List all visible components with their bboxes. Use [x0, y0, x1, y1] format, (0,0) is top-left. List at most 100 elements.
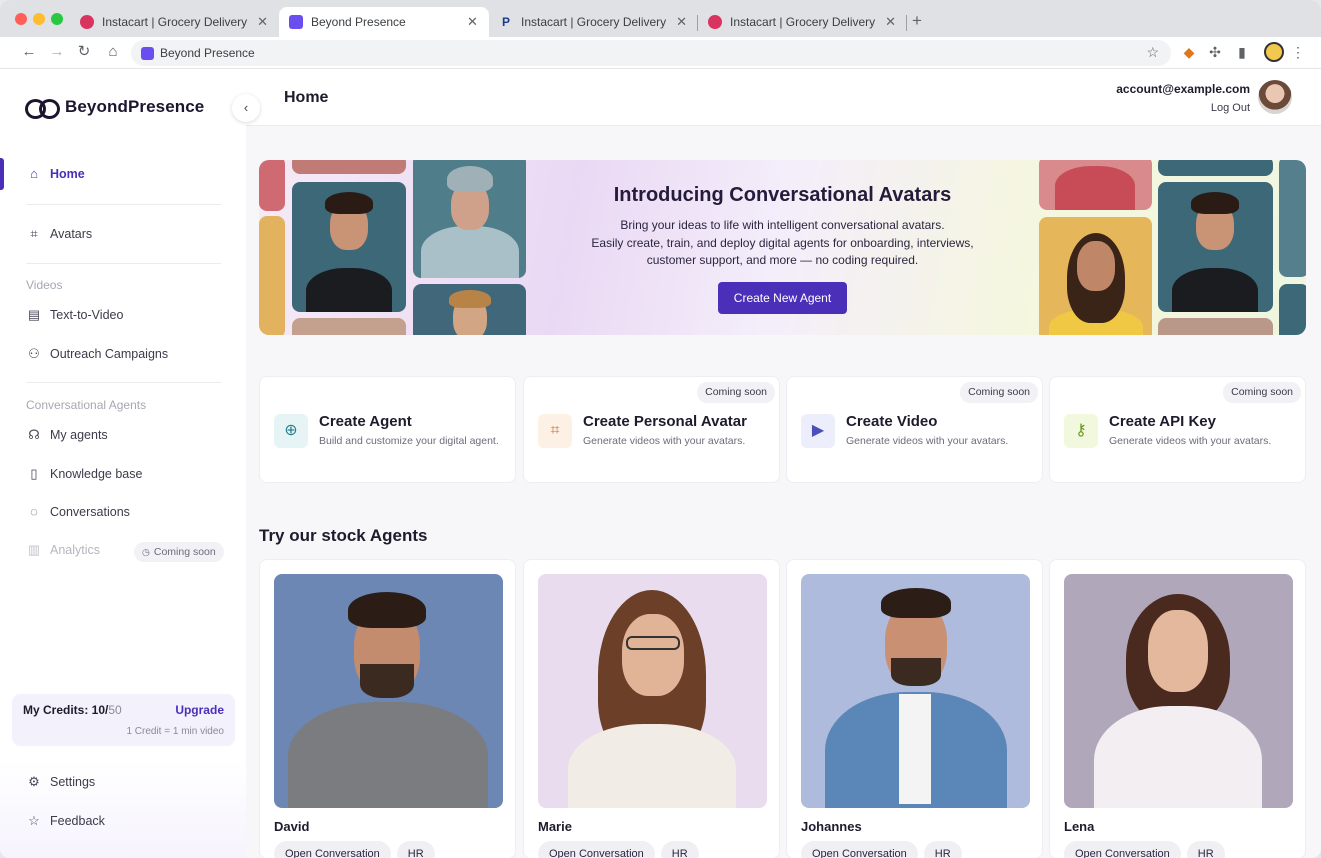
sidebar-item-label: Home	[50, 167, 85, 181]
hero-photo	[1158, 318, 1273, 335]
coming-soon-badge: Coming soon	[960, 382, 1038, 403]
upgrade-link[interactable]: Upgrade	[175, 703, 224, 717]
minimize-window-button[interactable]	[33, 13, 45, 25]
browser-tab-2[interactable]: Beyond Presence ✕	[279, 7, 489, 37]
home-icon[interactable]: ⌂	[103, 42, 123, 62]
sidebar-item-label: Avatars	[50, 227, 93, 241]
coming-soon-badge: ◷ Coming soon	[134, 542, 224, 562]
tab-separator	[906, 15, 907, 31]
user-avatar[interactable]	[1258, 80, 1292, 114]
logo[interactable]: BeyondPresence	[25, 97, 204, 119]
credits-note: 1 Credit = 1 min video	[126, 726, 224, 737]
browser-tab-4[interactable]: Instacart | Grocery Delivery or ✕	[698, 7, 906, 37]
agent-name: Marie	[538, 819, 572, 834]
divider	[26, 382, 221, 383]
main-content: Home account@example.com Log Out Introdu…	[246, 70, 1321, 858]
new-tab-icon[interactable]: +	[912, 11, 922, 31]
agent-card-marie[interactable]: Marie Open Conversation HR	[523, 559, 780, 858]
create-new-agent-button[interactable]: Create New Agent	[718, 282, 847, 314]
file-video-icon: ▤	[27, 307, 41, 322]
close-tab-icon[interactable]: ✕	[257, 14, 268, 30]
hero-photo	[1158, 160, 1273, 176]
card-create-api-key[interactable]: Coming soon ⚷ Create API Key Generate vi…	[1049, 376, 1306, 483]
agent-name: David	[274, 819, 310, 834]
agent-photo	[1064, 574, 1293, 808]
agent-actions: Open Conversation HR	[274, 841, 441, 858]
close-tab-icon[interactable]: ✕	[676, 14, 687, 30]
sidebar-item-label: Knowledge base	[50, 467, 143, 481]
header: Home account@example.com Log Out	[246, 70, 1321, 126]
sidebar-item-text-to-video[interactable]: ▤ Text-to-Video	[26, 307, 124, 323]
open-conversation-button[interactable]: Open Conversation	[274, 841, 391, 858]
card-title: Create Personal Avatar	[583, 413, 747, 430]
card-desc: Generate videos with your avatars.	[1109, 435, 1272, 447]
beyond-presence-icon	[141, 46, 154, 60]
hero-photo	[259, 216, 285, 335]
browser-window: Instacart | Grocery Delivery or ✕ Beyond…	[0, 0, 1321, 858]
agent-name: Lena	[1064, 819, 1095, 834]
open-conversation-button[interactable]: Open Conversation	[801, 841, 918, 858]
hero-photo-woman	[413, 160, 526, 278]
avatar-frame-icon: ⌗	[538, 414, 572, 448]
profile-avatar[interactable]	[1264, 42, 1284, 62]
browser-tab-1[interactable]: Instacart | Grocery Delivery or ✕	[70, 7, 278, 37]
gear-icon: ⚙	[28, 774, 40, 789]
divider	[26, 204, 221, 205]
forward-icon[interactable]: →	[47, 42, 67, 62]
logout-link[interactable]: Log Out	[1211, 102, 1250, 114]
close-window-button[interactable]	[15, 13, 27, 25]
menu-dots-icon[interactable]: ⋮	[1290, 44, 1306, 60]
sidebar-item-my-agents[interactable]: ☊ My agents	[26, 427, 107, 443]
agent-card-johannes[interactable]: Johannes Open Conversation HR	[786, 559, 1043, 858]
metamask-icon[interactable]: ◆	[1181, 44, 1197, 60]
sidebar-item-knowledge-base[interactable]: ▯ Knowledge base	[26, 466, 142, 482]
hero-photo-woman-2	[1039, 217, 1152, 335]
card-create-agent[interactable]: ⊕ Create Agent Build and customize your …	[259, 376, 516, 483]
headset-icon: ☊	[28, 427, 40, 442]
hero-title: Introducing Conversational Avatars	[613, 184, 952, 206]
sidebar-item-avatars[interactable]: ⌗ Avatars	[26, 226, 92, 242]
sidebar-item-label: Outreach Campaigns	[50, 347, 169, 361]
users-group-icon: ⚇	[28, 346, 40, 361]
maximize-window-button[interactable]	[51, 13, 63, 25]
address-bar[interactable]: Beyond Presence ☆	[131, 40, 1171, 66]
agent-card-david[interactable]: David Open Conversation HR	[259, 559, 516, 858]
instacart-icon	[80, 15, 94, 29]
bar-chart-icon: ▥	[27, 542, 41, 557]
open-conversation-button[interactable]: Open Conversation	[538, 841, 655, 858]
sidebar-item-label: Conversations	[50, 505, 130, 519]
feedback-star-icon: ☆	[28, 813, 40, 828]
clock-icon: ◷	[142, 546, 150, 557]
sidebar-item-conversations[interactable]: ◌ Conversations	[26, 504, 130, 520]
key-icon: ⚷	[1064, 414, 1098, 448]
card-title: Create API Key	[1109, 413, 1216, 430]
tab-title: Instacart | Grocery Delivery or	[521, 15, 669, 29]
browser-tab-3[interactable]: P Instacart | Grocery Delivery or ✕	[489, 7, 697, 37]
sidebar-item-settings[interactable]: ⚙ Settings	[26, 774, 95, 790]
badge-label: Coming soon	[153, 546, 216, 558]
agent-actions: Open Conversation HR	[1064, 841, 1231, 858]
credits-panel: My Credits: 10/50 Upgrade 1 Credit = 1 m…	[12, 694, 235, 746]
card-desc: Build and customize your digital agent.	[319, 435, 499, 447]
hero-subtitle-line: customer support, and more — no coding r…	[646, 253, 919, 267]
card-create-video[interactable]: Coming soon ▶ Create Video Generate vide…	[786, 376, 1043, 483]
hero-photo	[292, 160, 406, 174]
reload-icon[interactable]: ↻	[74, 42, 94, 62]
extensions-icon[interactable]: ✣	[1207, 44, 1223, 60]
hero-subtitle-line: Easily create, train, and deploy digital…	[591, 235, 974, 250]
close-tab-icon[interactable]: ✕	[467, 14, 478, 30]
open-conversation-button[interactable]: Open Conversation	[1064, 841, 1181, 858]
agent-tag: HR	[660, 841, 699, 858]
sidebar-item-outreach[interactable]: ⚇ Outreach Campaigns	[26, 346, 168, 362]
hero-subtitle: Bring your ideas to life with intelligen…	[559, 217, 1006, 270]
agent-card-lena[interactable]: Lena Open Conversation HR	[1049, 559, 1306, 858]
side-panel-icon[interactable]: ▮	[1234, 44, 1250, 60]
card-create-personal-avatar[interactable]: Coming soon ⌗ Create Personal Avatar Gen…	[523, 376, 780, 483]
app: BeyondPresence ⌂ Home ⌗ Avatars Videos ▤…	[0, 70, 1321, 858]
sidebar-item-home[interactable]: ⌂ Home	[26, 166, 85, 182]
close-tab-icon[interactable]: ✕	[885, 14, 896, 30]
sidebar-item-feedback[interactable]: ☆ Feedback	[26, 813, 105, 829]
collapse-sidebar-button[interactable]: ‹	[232, 94, 260, 122]
bookmark-star-icon[interactable]: ☆	[1146, 44, 1159, 61]
back-icon[interactable]: ←	[19, 42, 39, 62]
